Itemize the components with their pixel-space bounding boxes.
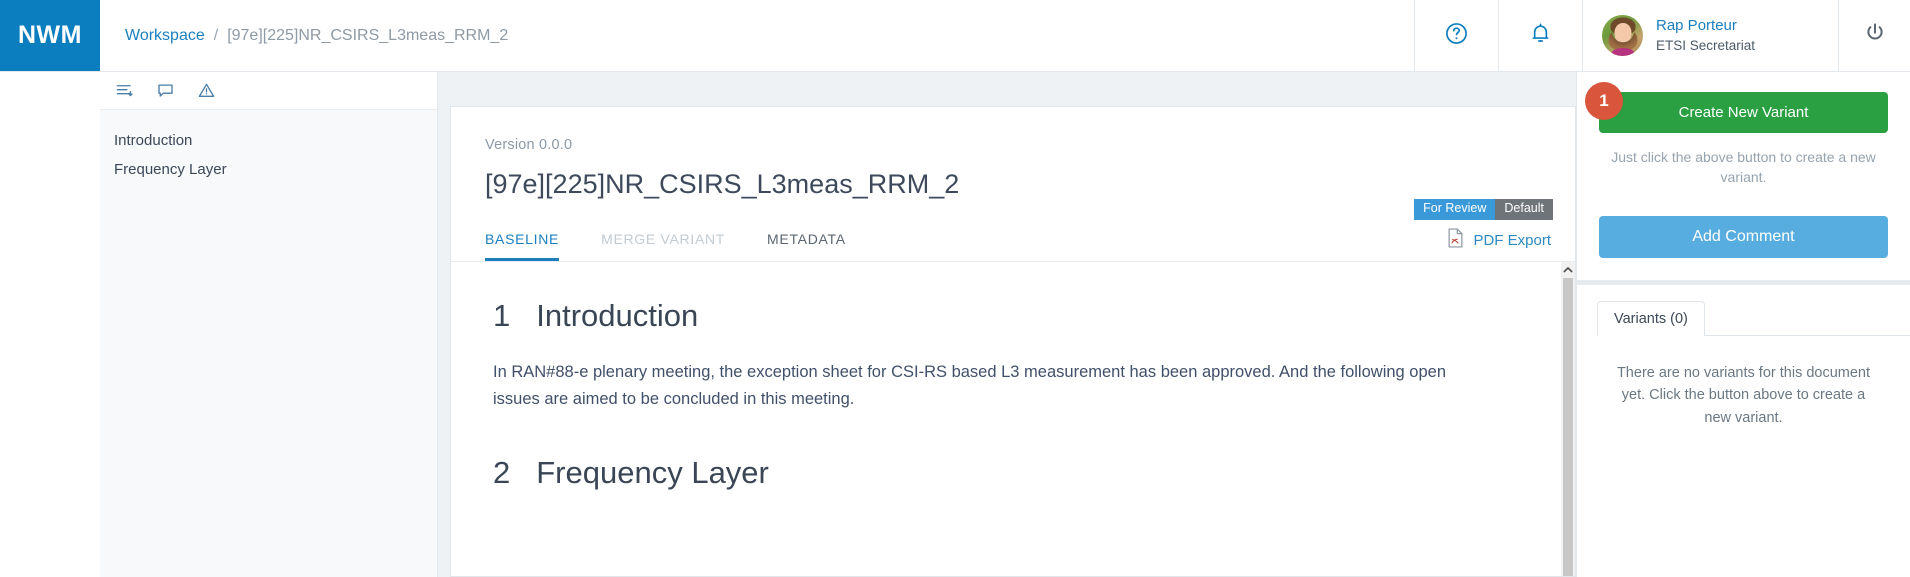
breadcrumb-current: [97e][225]NR_CSIRS_L3meas_RRM_2 <box>227 26 509 44</box>
breadcrumb: Workspace / [97e][225]NR_CSIRS_L3meas_RR… <box>100 0 1414 71</box>
main-content-area: Version 0.0.0 [97e][225]NR_CSIRS_L3meas_… <box>438 72 1576 577</box>
create-variant-wrap: Create New Variant 1 <box>1585 82 1888 133</box>
status-badge-default: Default <box>1495 199 1553 220</box>
tab-metadata[interactable]: METADATA <box>767 231 846 261</box>
add-comment-button[interactable]: Add Comment <box>1599 215 1888 258</box>
section-title-1: Introduction <box>536 298 699 333</box>
user-menu[interactable]: Rap Porteur ETSI Secretariat <box>1582 0 1838 71</box>
document-version: Version 0.0.0 <box>485 137 573 153</box>
sidebar-item-frequency-layer[interactable]: Frequency Layer <box>114 161 437 178</box>
top-bar: NWM Workspace / [97e][225]NR_CSIRS_L3mea… <box>0 0 1910 72</box>
sidebar-item-introduction[interactable]: Introduction <box>114 132 437 149</box>
variants-tab-filler <box>1704 301 1910 336</box>
section-paragraph-1: In RAN#88-e plenary meeting, the excepti… <box>493 363 1447 409</box>
variant-actions: Create New Variant 1 Just click the abov… <box>1577 72 1910 280</box>
variants-tab-bar: Variants (0) <box>1577 285 1910 336</box>
power-icon <box>1863 21 1887 50</box>
pdf-export-button[interactable]: PDF Export <box>1447 228 1551 261</box>
section-heading-2: 2 Frequency Layer <box>493 455 1533 491</box>
warning-icon[interactable] <box>197 81 216 100</box>
tab-merge-variant[interactable]: MERGE VARIANT <box>601 231 725 261</box>
user-role: ETSI Secretariat <box>1656 37 1756 53</box>
variants-panel: Create New Variant 1 Just click the abov… <box>1576 72 1910 577</box>
section-heading-1: 1 Introduction <box>493 298 1533 334</box>
notifications-button[interactable] <box>1498 0 1582 71</box>
sidebar-nav: Introduction Frequency Layer <box>100 110 437 178</box>
logo-text: NWM <box>18 21 82 49</box>
app-logo[interactable]: NWM <box>0 0 100 71</box>
document-card: Version 0.0.0 [97e][225]NR_CSIRS_L3meas_… <box>450 106 1576 577</box>
document-body: 1 Introduction In RAN#88-e plenary meeti… <box>451 262 1575 576</box>
tab-variants[interactable]: Variants (0) <box>1597 300 1705 336</box>
app-root: NWM Workspace / [97e][225]NR_CSIRS_L3mea… <box>0 0 1910 577</box>
breadcrumb-workspace-link[interactable]: Workspace <box>125 27 205 45</box>
document-header: Version 0.0.0 [97e][225]NR_CSIRS_L3meas_… <box>451 107 1575 220</box>
document-outline-sidebar: Introduction Frequency Layer <box>100 72 438 577</box>
tab-baseline[interactable]: BASELINE <box>485 231 560 261</box>
step-badge: 1 <box>1585 82 1623 120</box>
section-number-1: 1 <box>493 298 511 333</box>
status-badge-for-review: For Review <box>1414 199 1496 220</box>
help-button[interactable] <box>1414 0 1498 71</box>
variants-empty-message: There are no variants for this document … <box>1616 364 1871 426</box>
help-circle-icon <box>1444 21 1469 51</box>
status-badges: For Review Default <box>1414 199 1553 220</box>
section-title-2: Frequency Layer <box>536 455 769 491</box>
bell-icon <box>1528 21 1553 51</box>
page-title: [97e][225]NR_CSIRS_L3meas_RRM_2 <box>485 169 960 199</box>
create-new-variant-button[interactable]: Create New Variant <box>1599 92 1888 133</box>
outline-icon[interactable] <box>115 81 134 100</box>
pdf-file-icon <box>1447 228 1464 252</box>
left-gutter <box>0 72 100 577</box>
body-row: Introduction Frequency Layer Version 0.0… <box>0 72 1910 577</box>
document-tabs: BASELINE MERGE VARIANT METADATA PDF Expo… <box>451 228 1575 262</box>
chevron-up-icon[interactable] <box>1561 262 1575 278</box>
breadcrumb-separator: / <box>213 26 219 44</box>
create-variant-hint: Just click the above button to create a … <box>1611 149 1876 186</box>
scrollbar-thumb[interactable] <box>1563 278 1573 576</box>
comment-icon[interactable] <box>156 81 175 100</box>
avatar <box>1602 15 1643 56</box>
document-scrollbar[interactable] <box>1561 262 1575 576</box>
section-number-2: 2 <box>493 455 511 491</box>
logout-button[interactable] <box>1838 0 1910 71</box>
pdf-export-label: PDF Export <box>1473 231 1551 249</box>
sidebar-toolbar <box>100 72 437 110</box>
user-name: Rap Porteur <box>1656 17 1737 35</box>
